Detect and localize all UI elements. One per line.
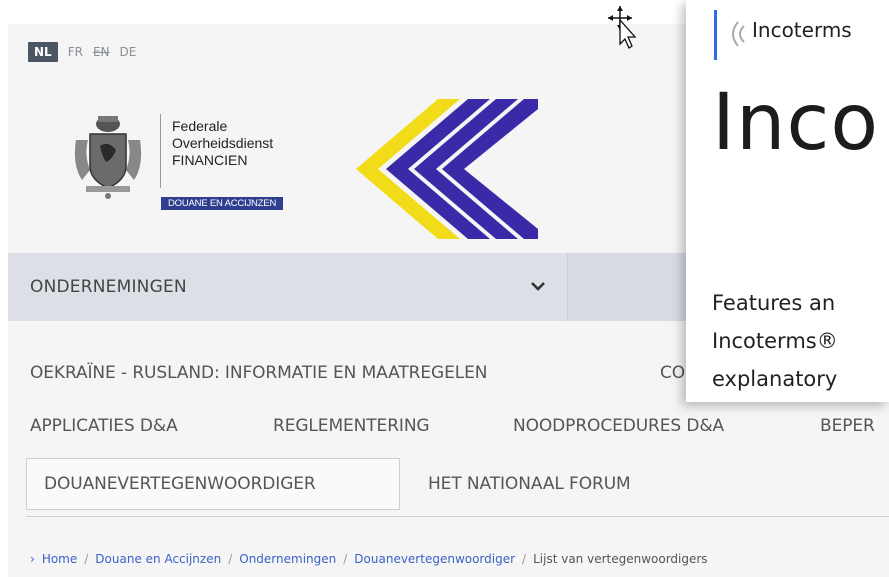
breadcrumb-separator: / [522, 552, 527, 566]
lang-en[interactable]: EN [93, 45, 110, 59]
menu-item-co[interactable]: CO [660, 363, 685, 383]
menu-item-applicaties[interactable]: APPLICATIES D&A [30, 416, 178, 436]
header-accent-bar [714, 10, 717, 60]
menu-item-nationaal-forum[interactable]: HET NATIONAAL FORUM [428, 474, 631, 494]
menu-item-oekraine-rusland[interactable]: OEKRAÏNE - RUSLAND: INFORMATIE EN MAATRE… [30, 363, 487, 383]
menu-item-reglementering[interactable]: REGLEMENTERING [273, 416, 430, 436]
logo-line-federale: Federale [172, 118, 228, 134]
incoterms-header: Incoterms [714, 2, 889, 60]
breadcrumb: › Home / Douane en Accijnzen / Ondernemi… [30, 552, 708, 566]
menu-item-douanevertegenwoordiger[interactable]: DOUANEVERTEGENWOORDIGER [44, 474, 316, 494]
section-dropdown-label: ONDERNEMINGEN [30, 277, 187, 297]
belgian-coat-of-arms-icon [74, 116, 142, 199]
logo-line-overheidsdienst: Overheidsdienst [172, 135, 274, 151]
breadcrumb-arrow-icon: › [30, 552, 35, 566]
lang-fr[interactable]: FR [68, 45, 83, 59]
incoterms-logo-icon [732, 21, 745, 47]
section-dropdown[interactable]: ONDERNEMINGEN [8, 253, 568, 321]
chevron-graphic-icon [356, 99, 538, 239]
incoterms-brand: Incoterms [752, 18, 852, 42]
menu-divider [26, 516, 889, 517]
description-line: explanatory [712, 367, 838, 391]
menu-item-noodprocedures[interactable]: NOODPROCEDURES D&A [513, 416, 724, 436]
description-line: Features an [712, 291, 836, 315]
logo-divider [160, 114, 161, 188]
lang-de[interactable]: DE [120, 45, 137, 59]
incoterms-title: Inco [712, 78, 880, 168]
breadcrumb-current: Lijst van vertegenwoordigers [533, 552, 708, 566]
breadcrumb-douane[interactable]: Douane en Accijnzen [95, 552, 221, 566]
fod-financien-logo[interactable]: Federale Overheidsdienst FINANCIEN DOUAN… [68, 110, 328, 220]
language-switcher: NL FR EN DE [28, 42, 136, 62]
logo-badge-douane: DOUANE EN ACCIJNZEN [161, 197, 284, 210]
incoterms-overlay-panel[interactable]: Incoterms Inco Features an Incoterms® ex… [686, 0, 889, 402]
breadcrumb-douanevertegenwoordiger[interactable]: Douanevertegenwoordiger [354, 552, 515, 566]
breadcrumb-home[interactable]: Home [42, 552, 77, 566]
logo-line-financien: FINANCIEN [172, 152, 248, 168]
mouse-cursor-icon [608, 6, 637, 49]
breadcrumb-separator: / [343, 552, 348, 566]
breadcrumb-ondernemingen[interactable]: Ondernemingen [239, 552, 336, 566]
menu-item-beper[interactable]: BEPER [820, 416, 875, 436]
incoterms-description: Features an Incoterms® explanatory [712, 284, 838, 398]
description-line: Incoterms® [712, 329, 838, 353]
breadcrumb-separator: / [228, 552, 233, 566]
chevron-down-icon[interactable] [530, 279, 546, 293]
logo-wordmark: Federale Overheidsdienst FINANCIEN [172, 118, 273, 169]
lang-nl[interactable]: NL [28, 42, 58, 62]
breadcrumb-separator: / [84, 552, 89, 566]
